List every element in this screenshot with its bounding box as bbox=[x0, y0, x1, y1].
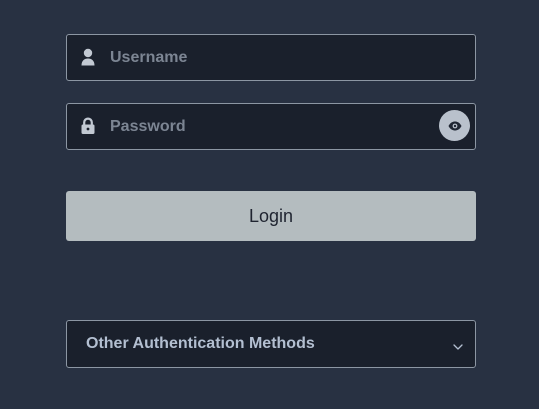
user-icon bbox=[80, 48, 96, 66]
show-password-toggle[interactable] bbox=[439, 110, 470, 141]
username-input[interactable] bbox=[110, 35, 430, 80]
other-authentication-methods-dropdown[interactable]: Other Authentication Methods bbox=[66, 320, 476, 368]
username-field-container[interactable] bbox=[66, 34, 476, 81]
lock-icon bbox=[80, 117, 96, 135]
login-button[interactable]: Login bbox=[66, 191, 476, 241]
login-page: Login Other Authentication Methods bbox=[0, 0, 539, 409]
eye-icon bbox=[448, 121, 461, 130]
password-input[interactable] bbox=[110, 104, 430, 149]
other-authentication-methods-label: Other Authentication Methods bbox=[86, 335, 315, 352]
password-field-container[interactable] bbox=[66, 103, 476, 150]
chevron-down-icon bbox=[452, 339, 464, 350]
